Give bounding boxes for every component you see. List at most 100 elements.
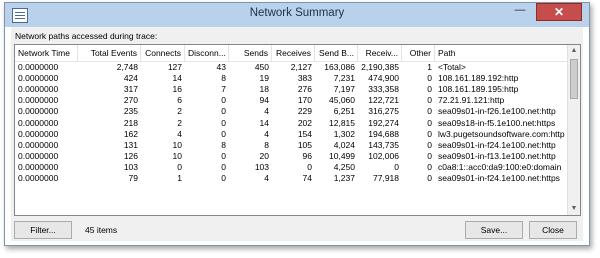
cell-path: 108.161.189.192:http — [438, 73, 519, 84]
network-paths-list[interactable]: Network Time Total Events Connects Disco… — [14, 44, 581, 216]
cell-send-bytes: 12,815 — [329, 117, 355, 128]
table-row[interactable]: 0.0000000 424 14 8 19 383 7,231 474,900 0 108.161… — [15, 73, 568, 84]
cell-network-time: 0.0000000 — [18, 139, 59, 150]
close-window-button[interactable]: ✕ — [536, 3, 582, 21]
cell-total-events: 126 — [123, 150, 138, 161]
window-title: Network Summary — [249, 7, 345, 19]
column-header-path[interactable]: Path — [435, 45, 568, 61]
cell-path: lw3.pugetsoundsoftware.com:http — [438, 128, 565, 139]
title-bar[interactable]: Network Summary — ✕ — [5, 3, 589, 27]
vertical-scrollbar[interactable]: ▲ ▼ — [567, 45, 580, 215]
cell-path: <Total> — [438, 62, 466, 72]
cell-other: 0 — [427, 173, 432, 183]
cell-other: 0 — [427, 161, 432, 172]
cell-path: sea09s01-in-f26.1e100.net:http — [438, 106, 556, 117]
cell-total-events: 162 — [123, 128, 138, 139]
cell-path: 108.161.189.195:http — [438, 84, 519, 95]
column-header-other[interactable]: Other — [402, 45, 435, 61]
cell-send-bytes: 163,086 — [324, 62, 355, 72]
cell-connects: 4 — [177, 128, 182, 139]
cell-path: sea09s01-in-f24.1e100.net:https — [438, 173, 560, 183]
cell-connects: 2 — [177, 117, 182, 128]
cell-sends: 4 — [264, 106, 269, 117]
cell-send-bytes: 7,197 — [333, 84, 355, 95]
cell-other: 0 — [427, 84, 432, 95]
column-header-disconnects[interactable]: Disconn... — [185, 45, 229, 61]
cell-network-time: 0.0000000 — [18, 150, 59, 161]
cell-network-time: 0.0000000 — [18, 95, 59, 106]
cell-disconnects: 0 — [221, 128, 226, 139]
column-header-total-events[interactable]: Total Events — [78, 45, 141, 61]
cell-disconnects: 0 — [221, 95, 226, 106]
cell-send-bytes: 7,231 — [333, 73, 355, 84]
cell-send-bytes: 1,302 — [333, 128, 355, 139]
cell-network-time: 0.0000000 — [18, 84, 59, 95]
column-header-connects[interactable]: Connects — [141, 45, 185, 61]
save-button[interactable]: Save... — [465, 221, 523, 239]
cell-sends: 450 — [254, 62, 269, 72]
cell-connects: 1 — [177, 173, 182, 183]
scroll-thumb[interactable] — [570, 59, 578, 99]
table-row[interactable]: 0.0000000 79 1 0 4 74 1,237 77,918 0 sea09s01-in-… — [15, 173, 568, 184]
cell-total-events: 2,748 — [116, 62, 138, 72]
cell-other: 0 — [427, 139, 432, 150]
cell-receive-bytes: 474,900 — [368, 73, 399, 84]
cell-disconnects: 0 — [221, 150, 226, 161]
cell-receive-bytes: 0 — [394, 161, 399, 172]
scroll-up-icon[interactable]: ▲ — [568, 45, 580, 57]
table-row[interactable]: 0.0000000 235 2 0 4 229 6,251 316,275 0 sea09s01-… — [15, 106, 568, 117]
minimize-button[interactable]: — — [507, 3, 533, 21]
cell-disconnects: 43 — [216, 62, 226, 72]
close-button[interactable]: Close — [529, 221, 577, 239]
cell-total-events: 103 — [123, 161, 138, 172]
column-header-network-time[interactable]: Network Time — [15, 45, 78, 61]
scroll-down-icon[interactable]: ▼ — [568, 203, 580, 215]
cell-network-time: 0.0000000 — [18, 173, 59, 183]
table-row[interactable]: 0.0000000 126 10 0 20 96 10,499 102,006 0 sea09s0… — [15, 151, 568, 162]
cell-path: sea09s18-in-f5.1e100.net:https — [438, 117, 556, 128]
cell-total-events: 317 — [123, 84, 138, 95]
cell-connects: 14 — [172, 73, 182, 84]
table-row[interactable]: 0.0000000 218 2 0 14 202 12,815 192,274 0 sea09s1… — [15, 118, 568, 129]
cell-receive-bytes: 333,358 — [368, 84, 399, 95]
cell-receives: 0 — [307, 161, 312, 172]
table-row[interactable]: 0.0000000 162 4 0 4 154 1,302 194,688 0 lw3.puget… — [15, 129, 568, 140]
cell-receives: 229 — [297, 106, 312, 117]
table-row[interactable]: 0.0000000 270 6 0 94 170 45,060 122,721 0 72.21.9… — [15, 95, 568, 106]
column-header-receives[interactable]: Receives — [272, 45, 315, 61]
table-row[interactable]: 0.0000000 2,748 127 43 450 2,127 163,086 2,190,… — [15, 62, 568, 73]
cell-sends: 19 — [259, 73, 269, 84]
cell-disconnects: 0 — [221, 117, 226, 128]
cell-send-bytes: 4,250 — [333, 161, 355, 172]
cell-total-events: 424 — [123, 73, 138, 84]
cell-sends: 18 — [259, 84, 269, 95]
cell-receive-bytes: 102,006 — [368, 150, 399, 161]
dialog-body: Network paths accessed during trace: Net… — [11, 27, 583, 241]
table-row[interactable]: 0.0000000 317 16 7 18 276 7,197 333,358 0 108.161… — [15, 84, 568, 95]
cell-other: 0 — [427, 128, 432, 139]
cell-sends: 20 — [259, 150, 269, 161]
cell-send-bytes: 45,060 — [329, 95, 355, 106]
column-header-sends[interactable]: Sends — [229, 45, 272, 61]
column-header-send-bytes[interactable]: Send B... — [315, 45, 358, 61]
cell-receive-bytes: 192,274 — [368, 117, 399, 128]
cell-disconnects: 8 — [221, 139, 226, 150]
cell-receive-bytes: 122,721 — [368, 95, 399, 106]
cell-disconnects: 0 — [221, 106, 226, 117]
cell-total-events: 270 — [123, 95, 138, 106]
cell-other: 0 — [427, 150, 432, 161]
cell-send-bytes: 4,024 — [333, 139, 355, 150]
cell-network-time: 0.0000000 — [18, 117, 59, 128]
list-header: Network Time Total Events Connects Disco… — [15, 45, 568, 62]
cell-send-bytes: 10,499 — [329, 150, 355, 161]
column-header-receive-bytes[interactable]: Receiv... — [358, 45, 402, 61]
cell-other: 0 — [427, 73, 432, 84]
filter-button[interactable]: Filter... — [14, 221, 72, 239]
cell-sends: 103 — [254, 161, 269, 172]
cell-receive-bytes: 316,275 — [368, 106, 399, 117]
cell-total-events: 131 — [123, 139, 138, 150]
cell-receives: 170 — [297, 95, 312, 106]
cell-send-bytes: 1,237 — [333, 173, 355, 183]
table-row[interactable]: 0.0000000 131 10 8 8 105 4,024 143,735 0 sea09s01… — [15, 140, 568, 151]
table-row[interactable]: 0.0000000 103 0 0 103 0 4,250 0 0 c0a8:1::acc0:da… — [15, 162, 568, 173]
